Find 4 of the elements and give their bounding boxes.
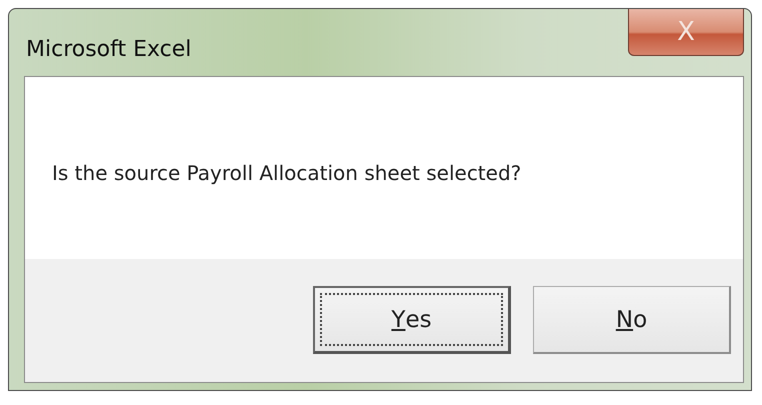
message-text: Is the source Payroll Allocation sheet selected? [52, 161, 522, 185]
dialog-button[interactable]: No [533, 286, 731, 354]
window-title: Microsoft Excel [26, 37, 192, 62]
dialog-button[interactable]: Yes [313, 286, 511, 354]
